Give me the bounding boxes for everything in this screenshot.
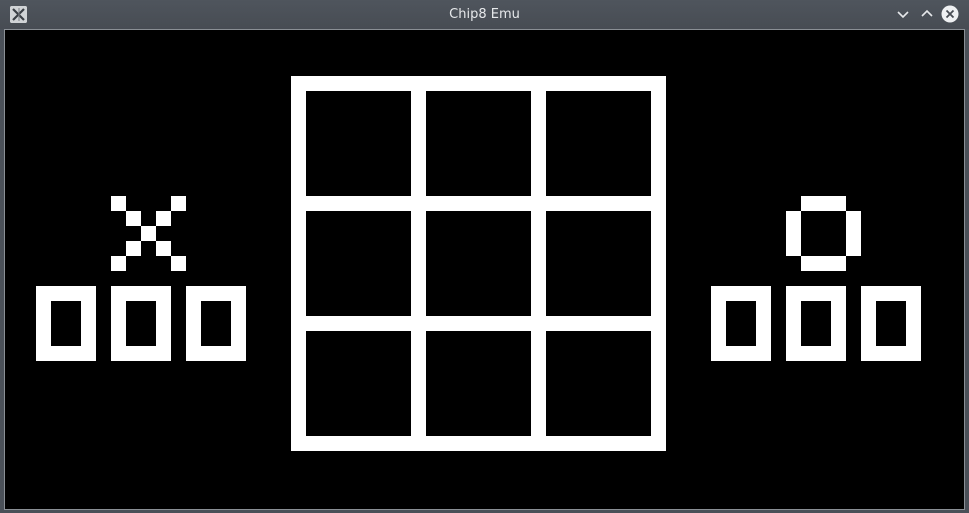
digit-pixel (36, 286, 96, 301)
chevron-down-icon (897, 11, 909, 19)
digit-pixel (156, 301, 171, 346)
digit-pixel (81, 301, 96, 346)
chip8-screen (36, 76, 921, 451)
board-line-vertical (531, 76, 546, 451)
minimize-button[interactable] (894, 5, 912, 23)
board-line-horizontal (291, 316, 666, 331)
board-line-vertical (651, 76, 666, 451)
board-line-vertical (291, 76, 306, 451)
symbol-pixel (171, 196, 186, 211)
symbol-pixel (156, 211, 171, 226)
digit-pixel (756, 301, 771, 346)
close-button[interactable] (941, 5, 959, 23)
board-cell[interactable] (546, 211, 651, 316)
digit-pixel (711, 286, 771, 301)
digit-pixel (36, 346, 96, 361)
chevron-up-icon (921, 9, 933, 17)
board-cell[interactable] (426, 331, 531, 436)
symbol-pixel (801, 196, 846, 211)
player-x-symbol (111, 196, 186, 271)
digit-pixel (861, 301, 876, 346)
digit-pixel (906, 301, 921, 346)
digit-pixel (711, 301, 726, 346)
digit-pixel (111, 346, 171, 361)
maximize-button[interactable] (918, 5, 936, 23)
board-line-horizontal (291, 76, 666, 91)
emulator-window: Chip8 Emu (0, 0, 969, 513)
window-title: Chip8 Emu (449, 7, 520, 22)
digit-pixel (861, 286, 921, 301)
digit-pixel (786, 346, 846, 361)
board-line-vertical (411, 76, 426, 451)
board-cell[interactable] (306, 211, 411, 316)
board-cell[interactable] (306, 331, 411, 436)
chip8-display[interactable] (4, 29, 965, 510)
symbol-pixel (126, 241, 141, 256)
digit-pixel (186, 286, 246, 301)
symbol-pixel (111, 256, 126, 271)
board-cell[interactable] (426, 91, 531, 196)
symbol-pixel (801, 256, 846, 271)
symbol-pixel (126, 211, 141, 226)
digit-pixel (711, 346, 771, 361)
player-x-score (36, 286, 246, 361)
digit-pixel (831, 301, 846, 346)
board-line-horizontal (291, 436, 666, 451)
symbol-pixel (141, 226, 156, 241)
digit-pixel (861, 346, 921, 361)
digit-pixel (786, 286, 846, 301)
digit-pixel (186, 301, 201, 346)
digit-pixel (111, 301, 126, 346)
symbol-pixel (171, 256, 186, 271)
symbol-pixel (111, 196, 126, 211)
symbol-pixel (786, 211, 801, 256)
board-line-horizontal (291, 196, 666, 211)
symbol-pixel (846, 211, 861, 256)
game-board (291, 76, 666, 451)
digit-pixel (186, 346, 246, 361)
player-o-score (711, 286, 921, 361)
board-cell[interactable] (306, 91, 411, 196)
symbol-pixel (156, 241, 171, 256)
board-cell[interactable] (546, 331, 651, 436)
digit-pixel (111, 286, 171, 301)
board-cell[interactable] (426, 211, 531, 316)
close-icon (941, 5, 959, 23)
board-cell[interactable] (546, 91, 651, 196)
digit-pixel (36, 301, 51, 346)
digit-pixel (231, 301, 246, 346)
title-bar[interactable]: Chip8 Emu (0, 0, 969, 29)
digit-pixel (786, 301, 801, 346)
player-o-symbol (786, 196, 861, 271)
